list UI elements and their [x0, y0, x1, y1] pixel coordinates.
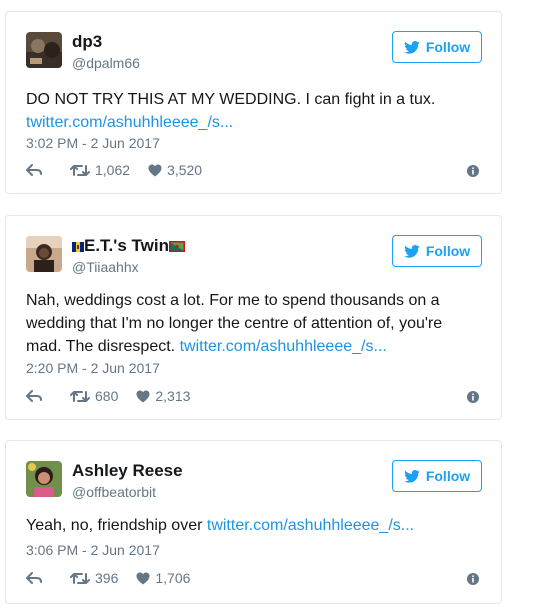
- info-button[interactable]: [467, 164, 479, 180]
- tweet-timestamp[interactable]: 2:20 PM - 2 Jun 2017: [26, 360, 160, 376]
- reply-button[interactable]: [26, 164, 42, 176]
- info-icon: [467, 165, 479, 177]
- user-name[interactable]: Ashley Reese: [72, 461, 183, 481]
- follow-button[interactable]: Follow: [392, 460, 482, 492]
- tweet-link[interactable]: twitter.com/ashuhhleeee_/s...: [180, 338, 387, 355]
- tweet-link[interactable]: twitter.com/ashuhhleeee_/s...: [26, 114, 233, 131]
- avatar[interactable]: [26, 461, 62, 497]
- heart-icon: [136, 572, 150, 584]
- info-button[interactable]: [467, 572, 479, 588]
- retweet-count: 680: [95, 388, 119, 404]
- reply-icon: [26, 390, 42, 402]
- user-name-row: E.T.'s Twin: [72, 236, 185, 256]
- retweet-button[interactable]: 1,062: [70, 162, 130, 178]
- retweet-icon: [70, 390, 90, 402]
- user-handle[interactable]: @dpalm66: [72, 55, 140, 71]
- user-name[interactable]: dp3: [72, 32, 102, 52]
- follow-label: Follow: [425, 39, 471, 55]
- retweet-icon: [70, 164, 90, 176]
- retweet-icon: [70, 572, 90, 584]
- like-count: 1,706: [155, 570, 191, 586]
- heart-icon: [136, 390, 150, 402]
- retweet-button[interactable]: 396: [70, 570, 118, 586]
- retweet-count: 1,062: [95, 162, 131, 178]
- reply-button[interactable]: [26, 572, 42, 584]
- twitter-bird-icon: [404, 244, 420, 258]
- info-button[interactable]: [467, 390, 479, 406]
- tweet-timestamp[interactable]: 3:02 PM - 2 Jun 2017: [26, 135, 160, 151]
- user-name[interactable]: E.T.'s Twin: [84, 236, 169, 255]
- follow-label: Follow: [425, 243, 471, 259]
- reply-button[interactable]: [26, 390, 42, 402]
- tweet-body: Yeah, no, friendship over: [26, 517, 203, 534]
- grenada-flag-icon: [168, 241, 185, 252]
- tweet-actions: 1,062 3,520: [26, 160, 479, 180]
- info-icon: [467, 573, 479, 585]
- like-button[interactable]: 1,706: [136, 570, 190, 586]
- tweet-actions: 680 2,313: [26, 386, 479, 406]
- tweet-card: dp3 @dpalm66 Follow DO NOT TRY THIS AT M…: [5, 11, 502, 194]
- retweet-button[interactable]: 680: [70, 388, 118, 404]
- tweet-text: DO NOT TRY THIS AT MY WEDDING. I can fig…: [26, 88, 479, 134]
- reply-icon: [26, 572, 42, 584]
- like-button[interactable]: 2,313: [136, 388, 190, 404]
- info-icon: [467, 391, 479, 403]
- tweet-timestamp[interactable]: 3:06 PM - 2 Jun 2017: [26, 542, 160, 558]
- like-button[interactable]: 3,520: [148, 162, 202, 178]
- user-handle[interactable]: @Tiiaahhx: [72, 259, 139, 275]
- follow-button[interactable]: Follow: [392, 31, 482, 63]
- tweet-text: Yeah, no, friendship over twitter.com/as…: [26, 514, 479, 537]
- twitter-bird-icon: [404, 469, 420, 483]
- heart-icon: [148, 164, 162, 176]
- like-count: 3,520: [167, 162, 203, 178]
- avatar[interactable]: [26, 236, 62, 272]
- tweet-actions: 396 1,706: [26, 568, 479, 588]
- tweet-text: Nah, weddings cost a lot. For me to spen…: [26, 289, 479, 358]
- tweet-card: E.T.'s Twin @Tiiaahhx Follow Nah, weddin…: [5, 215, 502, 420]
- follow-label: Follow: [425, 468, 471, 484]
- follow-button[interactable]: Follow: [392, 235, 482, 267]
- user-handle[interactable]: @offbeatorbit: [72, 484, 156, 500]
- retweet-count: 396: [95, 570, 119, 586]
- avatar[interactable]: [26, 32, 62, 68]
- reply-icon: [26, 164, 42, 176]
- twitter-bird-icon: [404, 40, 420, 54]
- tweet-card: Ashley Reese @offbeatorbit Follow Yeah, …: [5, 440, 502, 604]
- tweet-link[interactable]: twitter.com/ashuhhleeee_/s...: [207, 517, 414, 534]
- like-count: 2,313: [155, 388, 191, 404]
- tweet-body: DO NOT TRY THIS AT MY WEDDING. I can fig…: [26, 91, 436, 108]
- barbados-flag-icon: [72, 242, 84, 252]
